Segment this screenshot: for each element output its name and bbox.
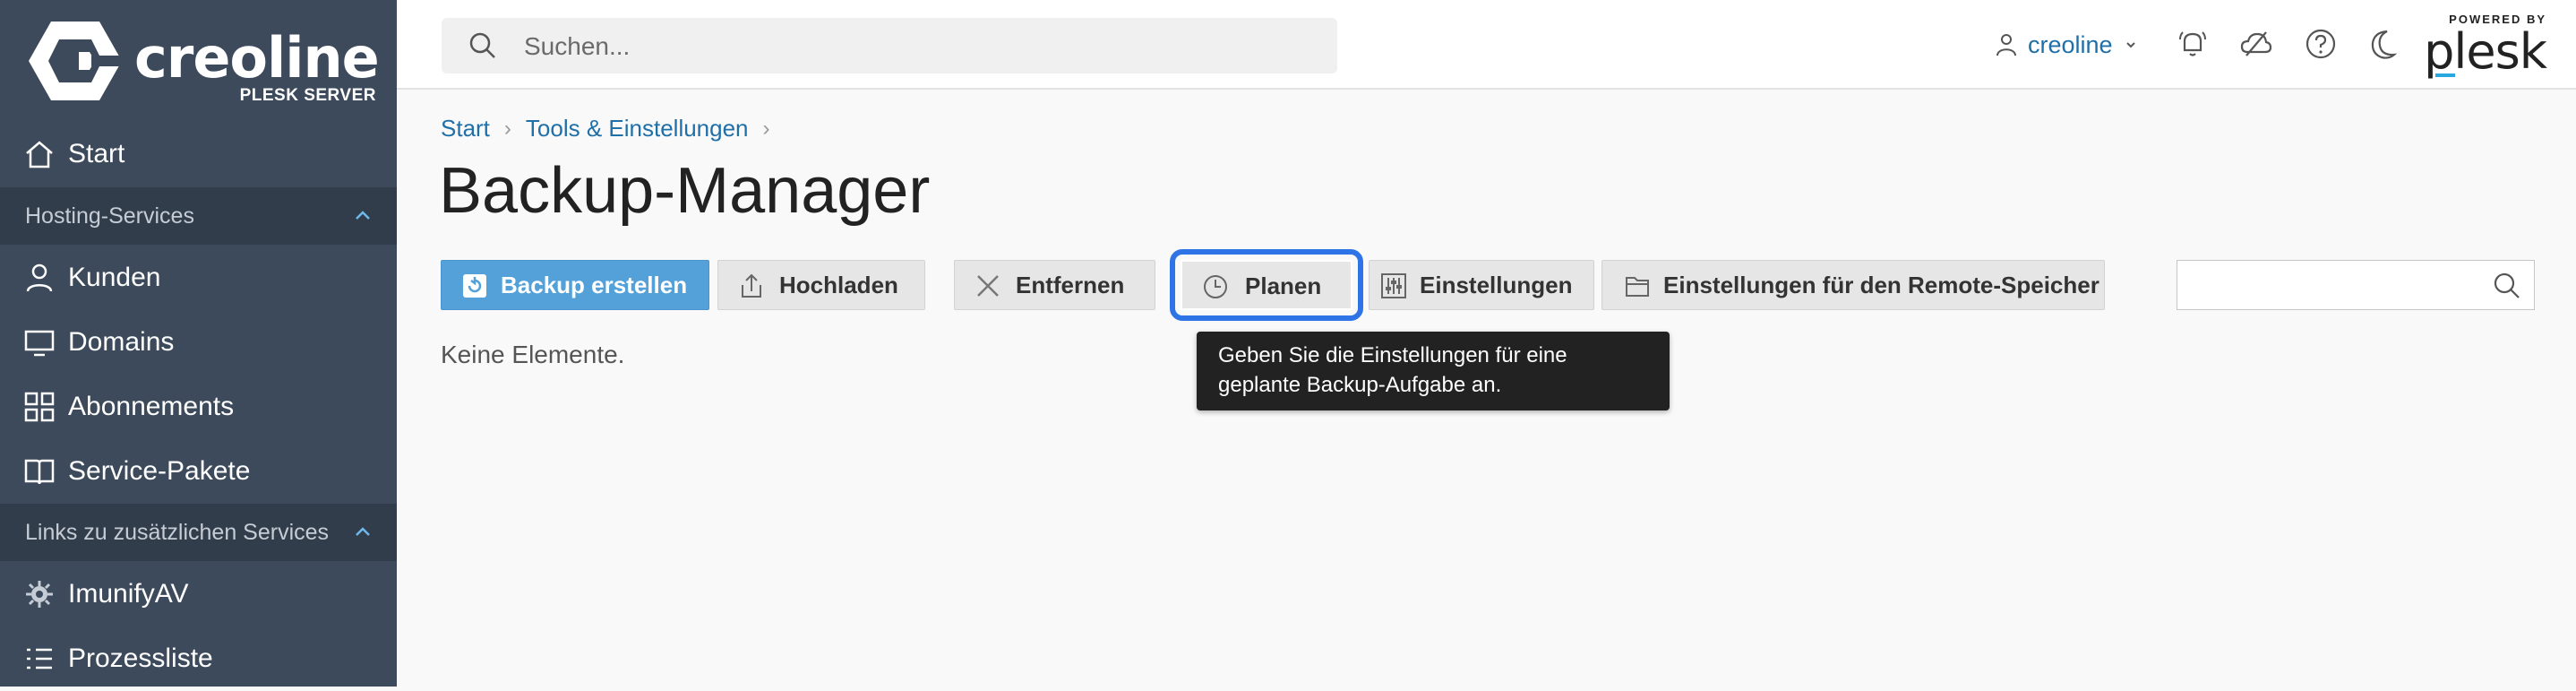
backup-create-button[interactable]: Backup erstellen xyxy=(441,260,709,310)
sidebar-item-label: ImunifyAV xyxy=(68,579,189,609)
chevron-up-icon xyxy=(356,527,370,536)
upload-icon xyxy=(742,273,761,298)
button-label: Einstellungen xyxy=(1420,272,1573,298)
clock-icon xyxy=(1204,275,1227,298)
backup-icon xyxy=(463,274,486,298)
section-label: Links zu zusätzlichen Services xyxy=(25,520,330,545)
breadcrumb-link-start[interactable]: Start xyxy=(441,115,490,143)
sidebar-item-abonnements[interactable]: Abonnements xyxy=(0,375,397,439)
home-icon xyxy=(26,141,53,168)
cloud-icon[interactable] xyxy=(2239,27,2273,61)
button-label: Backup erstellen xyxy=(501,272,688,298)
remove-button[interactable]: Entfernen xyxy=(954,260,1155,310)
powered-by-plesk-logo: POWERED BY plesk xyxy=(2424,13,2547,79)
remote-storage-settings-button[interactable]: Einstellungen für den Remote-Speicher xyxy=(1601,260,2105,310)
settings-button[interactable]: Einstellungen xyxy=(1369,260,1594,310)
help-icon[interactable] xyxy=(2304,27,2338,61)
plesk-accent-bar xyxy=(2435,73,2455,77)
list-icon xyxy=(27,648,52,669)
user-icon xyxy=(26,263,53,292)
monitor-icon xyxy=(24,330,55,357)
button-label: Planen xyxy=(1245,272,1322,299)
remove-x-icon xyxy=(977,275,999,297)
breadcrumb-link-tools[interactable]: Tools & Einstellungen xyxy=(526,115,749,143)
sidebar-item-imunifyav[interactable]: ImunifyAV xyxy=(0,562,397,626)
user-name: creoline xyxy=(2028,30,2113,58)
creoline-logo-icon xyxy=(29,22,124,100)
user-icon xyxy=(1996,34,2016,56)
breadcrumb-chevron-icon: › xyxy=(503,116,511,141)
sidebar-section-links[interactable]: Links zu zusätzlichen Services xyxy=(0,504,397,561)
breadcrumb: Start › Tools & Einstellungen › xyxy=(441,115,785,143)
section-label: Hosting-Services xyxy=(25,203,194,229)
global-search[interactable] xyxy=(442,18,1337,73)
page-title: Backup-Manager xyxy=(439,155,931,227)
button-label: Entfernen xyxy=(1016,272,1125,298)
user-menu[interactable]: creoline xyxy=(1996,27,2151,63)
sidebar-item-prozessliste[interactable]: Prozessliste xyxy=(0,626,397,691)
book-icon xyxy=(24,459,55,485)
list-filter[interactable] xyxy=(2177,260,2535,310)
plesk-wordmark: plesk xyxy=(2424,23,2547,80)
topbar: creoline POWERED BY plesk xyxy=(397,0,2576,90)
sidebar-item-label: Service-Pakete xyxy=(68,456,251,486)
dark-mode-moon-icon[interactable] xyxy=(2367,27,2401,61)
empty-list-message: Keine Elemente. xyxy=(441,341,625,368)
sidebar-item-label: Domains xyxy=(68,327,175,357)
sidebar-item-label: Abonnements xyxy=(68,392,235,421)
filter-input[interactable] xyxy=(2186,268,2477,304)
grid-icon xyxy=(24,392,55,422)
sliders-icon xyxy=(1381,273,1406,298)
gear-icon xyxy=(26,581,53,608)
sidebar-item-kunden[interactable]: Kunden xyxy=(0,246,397,310)
sidebar-item-label: Start xyxy=(68,139,125,168)
upload-button[interactable]: Hochladen xyxy=(717,260,925,310)
sidebar-item-start[interactable]: Start xyxy=(0,122,397,186)
notification-bell-icon[interactable] xyxy=(2176,27,2210,61)
folder-icon xyxy=(1626,277,1649,297)
search-icon[interactable] xyxy=(2493,272,2521,300)
sidebar-item-label: Kunden xyxy=(68,263,161,292)
search-icon xyxy=(469,32,495,58)
brand-logo[interactable]: creoline PLESK SERVER xyxy=(27,18,380,108)
chevron-down-icon xyxy=(2125,42,2135,48)
button-label: Hochladen xyxy=(779,272,898,298)
sidebar-section-hosting[interactable]: Hosting-Services xyxy=(0,187,397,245)
brand-subtitle: PLESK SERVER xyxy=(239,86,376,105)
sidebar-item-domains[interactable]: Domains xyxy=(0,310,397,375)
button-label: Einstellungen für den Remote-Speicher xyxy=(1663,272,2099,298)
brand-name: creoline xyxy=(134,25,380,91)
sidebar-item-label: Prozessliste xyxy=(68,643,213,673)
search-input[interactable] xyxy=(522,27,1314,66)
sidebar-item-service-pakete[interactable]: Service-Pakete xyxy=(0,439,397,504)
sidebar: creoline PLESK SERVER Start Hosting-Serv… xyxy=(0,0,397,687)
schedule-tooltip: Geben Sie die Einstellungen für eine gep… xyxy=(1197,332,1670,410)
breadcrumb-chevron-icon: › xyxy=(762,116,770,141)
chevron-up-icon xyxy=(356,211,370,220)
schedule-button[interactable]: Planen xyxy=(1170,249,1363,321)
